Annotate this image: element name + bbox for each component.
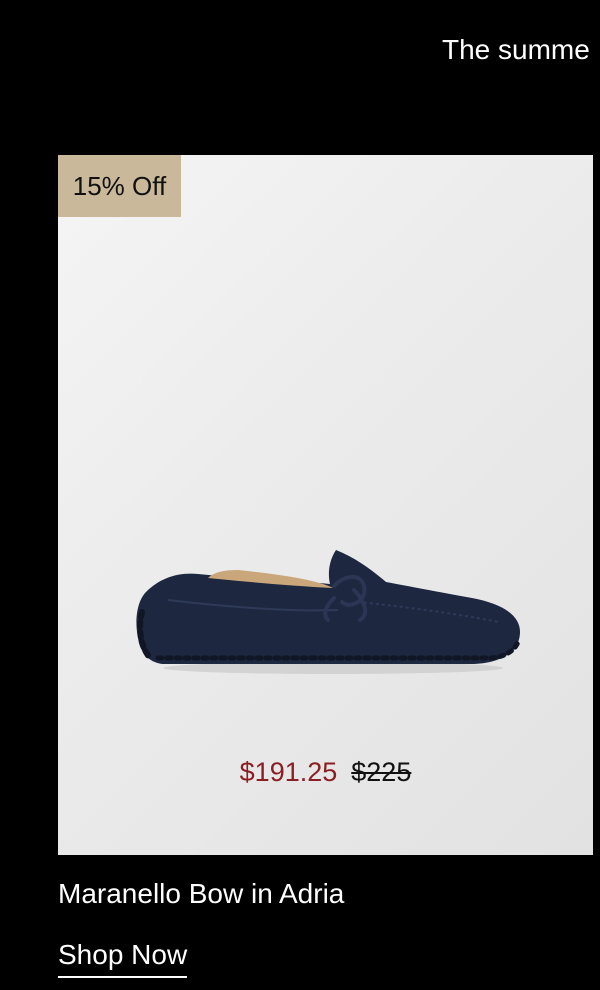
announcement-bar: The summe: [0, 0, 600, 100]
discount-badge: 15% Off: [58, 155, 181, 217]
price-row: $191.25 $225: [58, 755, 593, 789]
original-price: $225: [351, 757, 412, 787]
sale-price: $191.25: [239, 757, 338, 787]
product-image[interactable]: [128, 540, 528, 680]
product-card[interactable]: 15% Off $191.25 $225: [58, 155, 593, 855]
shop-now-link[interactable]: Shop Now: [58, 938, 188, 978]
product-title[interactable]: Maranello Bow in Adria: [58, 876, 344, 912]
announcement-text: The summe: [442, 34, 590, 65]
